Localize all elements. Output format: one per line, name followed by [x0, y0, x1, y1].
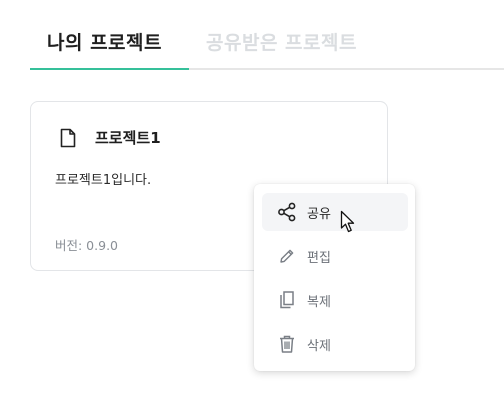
project-title: 프로젝트1 — [95, 129, 161, 147]
menu-item-duplicate[interactable]: 복제 — [262, 281, 408, 319]
document-icon — [60, 128, 76, 147]
copy-icon — [276, 289, 298, 311]
menu-item-share[interactable]: 공유 — [262, 193, 408, 231]
menu-item-label: 편집 — [307, 250, 331, 266]
project-description: 프로젝트1입니다. — [55, 173, 152, 188]
card-header: 프로젝트1 — [59, 127, 161, 148]
menu-item-label: 공유 — [307, 206, 331, 222]
project-tabs: 나의 프로젝트 공유받은 프로젝트 — [30, 24, 504, 70]
tab-my-projects[interactable]: 나의 프로젝트 — [47, 28, 162, 55]
projects-page: 나의 프로젝트 공유받은 프로젝트 프로젝트1 프로젝트1입니다. 버전: 0.… — [0, 0, 504, 408]
share-icon — [276, 201, 298, 223]
tab-shared-projects[interactable]: 공유받은 프로젝트 — [206, 28, 357, 55]
menu-item-label: 복제 — [307, 294, 331, 310]
active-tab-indicator — [30, 68, 189, 70]
pencil-icon — [276, 245, 298, 267]
project-version: 버전: 0.9.0 — [55, 238, 118, 253]
menu-item-delete[interactable]: 삭제 — [262, 325, 408, 363]
menu-item-label: 삭제 — [307, 338, 331, 354]
menu-item-edit[interactable]: 편집 — [262, 237, 408, 275]
project-context-menu: 공유 편집 복제 삭제 — [254, 184, 415, 371]
trash-icon — [276, 333, 298, 355]
